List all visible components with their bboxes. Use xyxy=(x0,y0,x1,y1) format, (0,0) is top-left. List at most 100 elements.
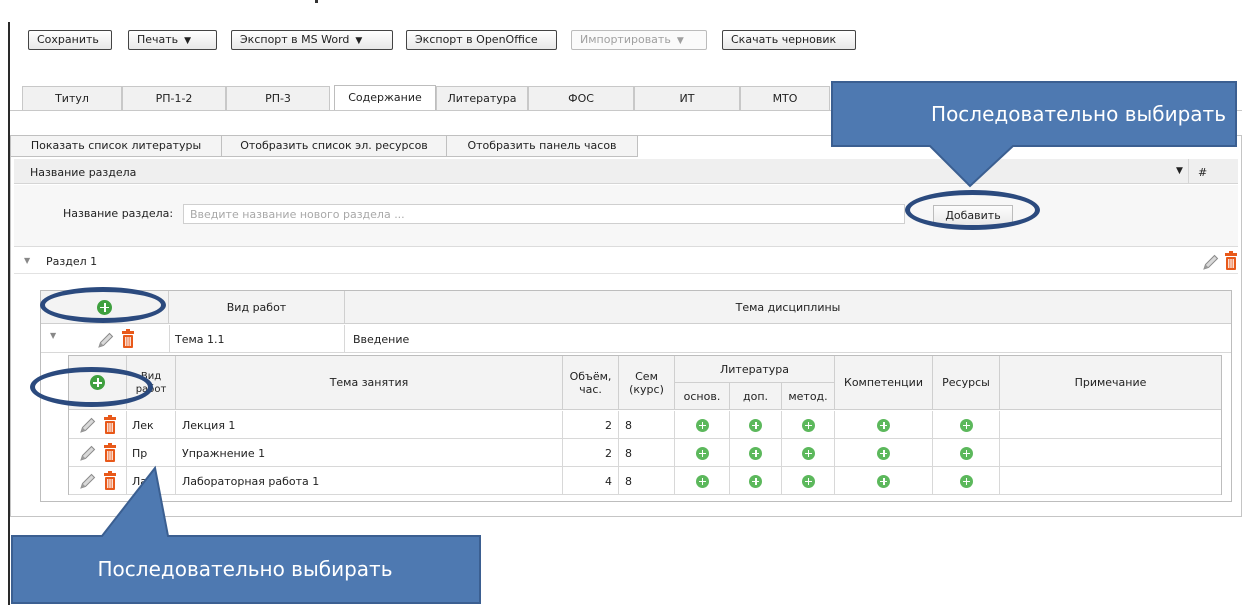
save-button[interactable]: Сохранить xyxy=(28,30,112,50)
literature-method-cell xyxy=(782,411,835,439)
callout-top-text: Последовательно выбирать xyxy=(931,102,1226,126)
highlight-ellipse-add-lesson xyxy=(30,367,153,407)
literature-method-header: метод. xyxy=(782,383,835,410)
tab-literature[interactable]: Литература xyxy=(436,86,528,110)
download-draft-button[interactable]: Скачать черновик xyxy=(722,30,856,50)
literature-additional-header: доп. xyxy=(730,383,782,410)
show-literature-button[interactable]: Показать список литературы xyxy=(10,135,222,157)
semester-cell: 8 xyxy=(619,439,675,467)
print-label: Печать xyxy=(137,33,179,46)
volume-header: Объём, час. xyxy=(563,356,619,410)
tab-rp-3[interactable]: РП-3 xyxy=(226,86,330,110)
volume-cell: 4 xyxy=(563,467,619,495)
competencies-header: Компетенции xyxy=(835,356,933,410)
add-icon[interactable] xyxy=(695,446,709,460)
semester-cell: 8 xyxy=(619,411,675,439)
tab-label: Литература xyxy=(447,92,517,105)
note-cell[interactable] xyxy=(1000,411,1221,439)
trash-icon[interactable] xyxy=(1224,251,1238,271)
show-hours-panel-button[interactable]: Отобразить панель часов xyxy=(446,135,638,157)
tab-content[interactable]: Содержание xyxy=(334,85,436,111)
print-button[interactable]: Печать ▼ xyxy=(128,30,217,50)
competencies-cell xyxy=(835,467,933,495)
subtab-label: Отобразить панель часов xyxy=(467,139,617,152)
tab-label: ИТ xyxy=(679,92,695,105)
section-name-label: Название раздела: xyxy=(63,207,174,220)
add-icon[interactable] xyxy=(749,474,762,488)
callout-bottom-text: Последовательно выбирать xyxy=(97,557,393,581)
discipline-topic-header: Тема дисциплины xyxy=(345,291,1231,324)
add-icon[interactable] xyxy=(695,418,709,432)
save-label: Сохранить xyxy=(37,33,99,46)
chevron-down-icon: ▼ xyxy=(184,36,192,46)
export-openoffice-label: Экспорт в OpenOffice xyxy=(415,33,538,46)
subtab-label: Отобразить список эл. ресурсов xyxy=(240,139,428,152)
note-cell[interactable] xyxy=(1000,467,1221,495)
volume-cell: 2 xyxy=(563,439,619,467)
work-kind-header: Вид работ xyxy=(169,291,345,324)
add-icon[interactable] xyxy=(801,474,815,488)
add-icon[interactable] xyxy=(877,418,890,432)
tab-title[interactable]: Титул xyxy=(22,86,122,110)
tab-label: ФОС xyxy=(568,92,594,105)
literature-additional-cell xyxy=(730,439,782,467)
literature-header: Литература xyxy=(675,356,835,383)
literature-method-cell xyxy=(782,467,835,495)
add-icon[interactable] xyxy=(877,474,890,488)
trash-icon[interactable] xyxy=(121,329,135,349)
add-icon[interactable] xyxy=(959,446,973,460)
lesson-topic-cell: Лекция 1 xyxy=(176,411,563,439)
pencil-icon[interactable] xyxy=(78,415,98,435)
semester-header: Сем (курс) xyxy=(619,356,675,410)
literature-additional-cell xyxy=(730,467,782,495)
row-actions xyxy=(69,411,127,439)
tab-label: Содержание xyxy=(348,91,422,104)
lesson-topic-header: Тема занятия xyxy=(176,356,563,410)
literature-main-cell xyxy=(675,411,730,439)
pencil-icon[interactable] xyxy=(96,330,116,350)
tab-it[interactable]: ИТ xyxy=(634,86,740,110)
subtab-label: Показать список литературы xyxy=(30,139,202,152)
export-word-button[interactable]: Экспорт в MS Word ▼ xyxy=(231,30,393,50)
literature-additional-cell xyxy=(730,411,782,439)
pencil-icon[interactable] xyxy=(78,443,98,463)
add-icon[interactable] xyxy=(877,446,890,460)
import-button[interactable]: Импортировать ▼ xyxy=(571,30,707,50)
add-icon[interactable] xyxy=(959,474,973,488)
add-icon[interactable] xyxy=(695,474,709,488)
tab-label: РП-3 xyxy=(265,92,291,105)
highlight-ellipse-add-section xyxy=(905,190,1040,230)
add-icon[interactable] xyxy=(959,418,973,432)
section-column-label: Название раздела xyxy=(30,166,137,179)
competencies-cell xyxy=(835,439,933,467)
add-icon[interactable] xyxy=(801,446,815,460)
add-icon[interactable] xyxy=(749,446,762,460)
section-name-input[interactable] xyxy=(183,204,905,224)
trash-icon[interactable] xyxy=(103,415,117,435)
collapse-toggle-icon[interactable]: ▼ xyxy=(24,256,30,265)
import-label: Импортировать xyxy=(580,33,671,46)
section-row xyxy=(14,248,1238,274)
volume-cell: 2 xyxy=(563,411,619,439)
trash-icon[interactable] xyxy=(103,443,117,463)
tab-rp-1-2[interactable]: РП-1-2 xyxy=(122,86,226,110)
chevron-down-icon: ▼ xyxy=(676,36,684,46)
add-icon[interactable] xyxy=(801,418,815,432)
highlight-ellipse-add-topic xyxy=(40,287,166,323)
resources-cell xyxy=(933,439,1000,467)
download-draft-label: Скачать черновик xyxy=(731,33,837,46)
show-resources-button[interactable]: Отобразить список эл. ресурсов xyxy=(221,135,447,157)
add-icon[interactable] xyxy=(749,418,762,432)
literature-main-cell xyxy=(675,439,730,467)
resources-cell xyxy=(933,411,1000,439)
collapse-toggle-icon[interactable]: ▼ xyxy=(50,331,56,340)
tab-fos[interactable]: ФОС xyxy=(528,86,634,110)
note-cell[interactable] xyxy=(1000,439,1221,467)
table-row: Лек Лекция 128 xyxy=(69,411,1221,439)
chevron-down-icon: ▼ xyxy=(355,36,363,46)
lesson-kind-cell: Лек xyxy=(127,411,176,439)
pencil-icon[interactable] xyxy=(1201,252,1221,272)
export-openoffice-button[interactable]: Экспорт в OpenOffice xyxy=(406,30,557,50)
export-word-label: Экспорт в MS Word xyxy=(240,33,350,46)
tab-mto[interactable]: МТО xyxy=(740,86,830,110)
